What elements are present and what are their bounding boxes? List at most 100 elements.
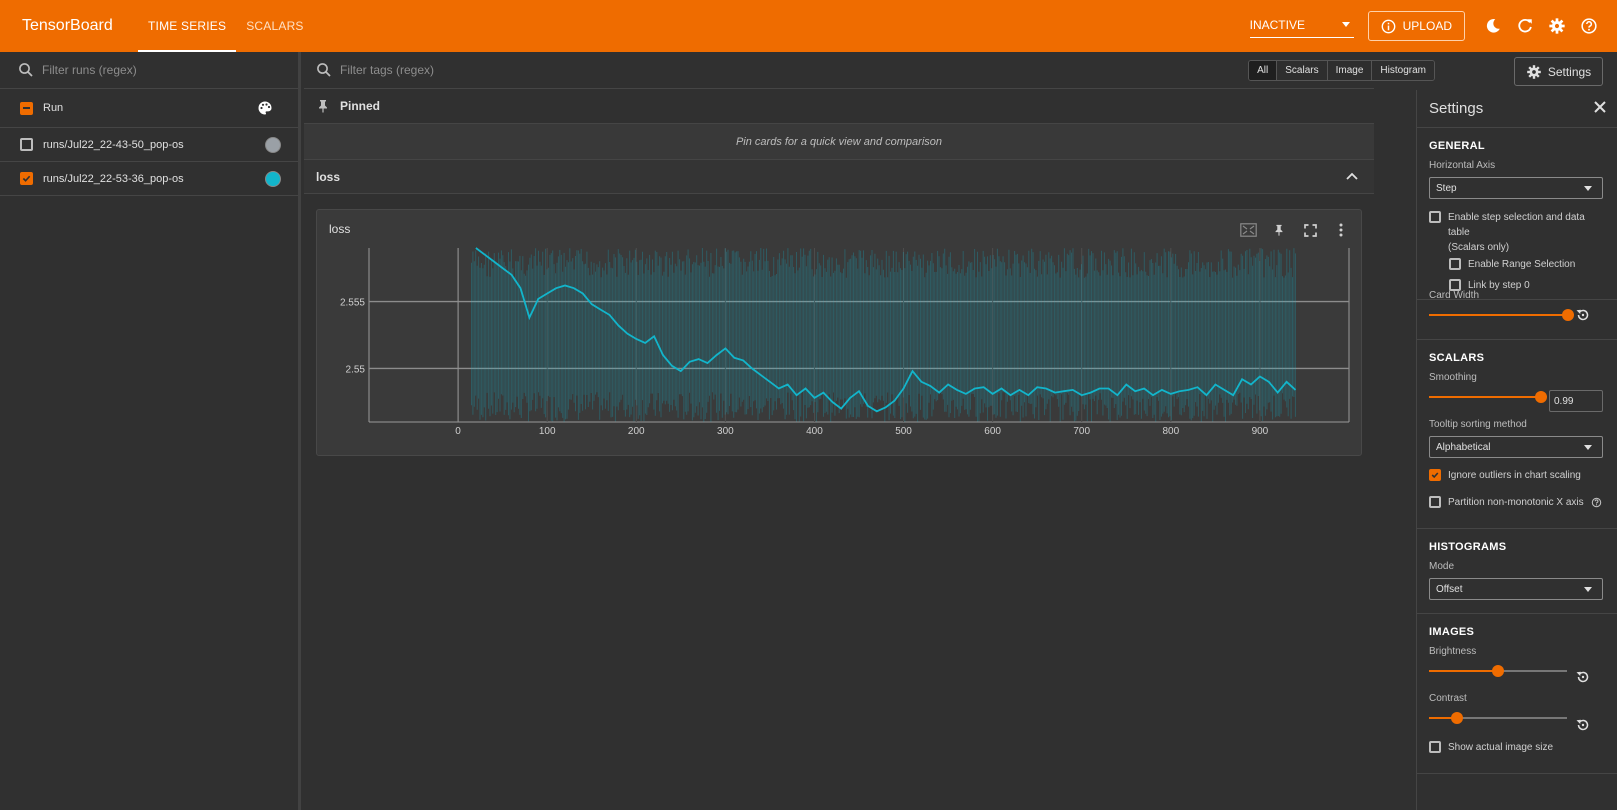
filter-all-button[interactable]: All [1249, 61, 1278, 80]
mode-select[interactable]: Offset [1429, 578, 1603, 600]
reset-icon[interactable] [1575, 717, 1591, 733]
step-selection-checkbox[interactable] [1429, 211, 1441, 223]
filter-scalars-button[interactable]: Scalars [1277, 61, 1328, 80]
pinned-label: Pinned [340, 99, 381, 113]
step-selection-label: Enable step selection and data table [1448, 212, 1585, 238]
partition-label: Partition non-monotonic X axis [1448, 497, 1584, 508]
range-selection-option[interactable]: Enable Range Selection [1449, 257, 1605, 272]
close-icon[interactable] [1593, 100, 1607, 114]
tooltip-sort-select[interactable]: Alphabetical [1429, 436, 1603, 458]
run-color-swatch[interactable] [265, 136, 281, 153]
slider-thumb[interactable] [1492, 665, 1504, 677]
smoothing-input[interactable]: 0.99 [1549, 390, 1603, 412]
horizontal-axis-select[interactable]: Step [1429, 177, 1603, 199]
slider-thumb[interactable] [1562, 309, 1574, 321]
range-selection-checkbox[interactable] [1449, 258, 1461, 270]
card-width-control: Card Width [1429, 290, 1609, 323]
chevron-down-icon [1584, 185, 1592, 191]
app-title: TensorBoard [22, 17, 113, 34]
search-icon [317, 63, 331, 77]
run-color-swatch[interactable] [265, 170, 281, 187]
x-tick-label: 900 [1252, 426, 1269, 437]
dark-mode-icon[interactable] [1477, 10, 1509, 42]
ignore-outliers-option[interactable]: Ignore outliers in chart scaling [1429, 468, 1605, 483]
slider-fill [1429, 396, 1539, 398]
tab-time-series[interactable]: TIME SERIES [138, 0, 237, 52]
card-width-slider[interactable] [1429, 307, 1574, 323]
smoothing-label: Smoothing [1429, 372, 1477, 383]
runs-filter[interactable]: Filter runs (regex) [0, 52, 298, 89]
run-row[interactable]: runs/Jul22_22-53-36_pop-os [0, 162, 298, 196]
show-actual-size-option[interactable]: Show actual image size [1429, 740, 1605, 755]
settings-panel: Settings GENERAL Horizontal Axis Step En… [1416, 90, 1617, 810]
slider-thumb[interactable] [1535, 391, 1547, 403]
info-icon [1381, 19, 1396, 33]
plugin-select[interactable]: INACTIVE [1249, 14, 1354, 38]
settings-histograms-section: HISTOGRAMS Mode Offset [1417, 529, 1617, 614]
palette-icon[interactable] [257, 100, 273, 116]
settings-title: Settings [1429, 100, 1484, 117]
scalar-card: loss 2.555 2.55 0 100 200 300 400 500 600 700 800 9… [316, 209, 1362, 456]
ignore-outliers-checkbox[interactable] [1429, 469, 1441, 481]
ignore-outliers-label: Ignore outliers in chart scaling [1448, 470, 1581, 481]
slider-fill [1429, 314, 1567, 316]
select-all-checkbox[interactable] [20, 101, 33, 115]
settings-general-section: GENERAL Horizontal Axis Step Enable step… [1417, 128, 1617, 300]
refresh-icon[interactable] [1509, 10, 1541, 42]
x-tick-label: 800 [1162, 426, 1179, 437]
x-tick-label: 700 [1073, 426, 1090, 437]
smoothing-slider[interactable] [1429, 389, 1547, 405]
slider-thumb[interactable] [1451, 712, 1463, 724]
tooltip-sort-label: Tooltip sorting method [1429, 419, 1527, 430]
show-actual-size-checkbox[interactable] [1429, 741, 1441, 753]
upload-button[interactable]: UPLOAD [1367, 11, 1465, 41]
mode-label: Mode [1429, 561, 1455, 572]
search-icon [19, 63, 33, 77]
step-selection-option[interactable]: Enable step selection and data table (Sc… [1429, 210, 1605, 255]
type-filter-group: All Scalars Image Histogram [1248, 60, 1435, 81]
runs-header-label: Run [43, 102, 64, 114]
x-tick-label: 400 [806, 426, 823, 437]
chevron-down-icon [1341, 22, 1350, 27]
x-tick-label: 300 [717, 426, 734, 437]
settings-scalars-section: SCALARS Smoothing 0.99 Tooltip sorting m… [1417, 339, 1617, 529]
pin-icon [319, 100, 327, 113]
brightness-slider[interactable] [1429, 663, 1567, 679]
group-label: loss [316, 169, 341, 184]
card-group-header[interactable]: loss [304, 160, 1374, 194]
filter-image-button[interactable]: Image [1327, 61, 1373, 80]
reset-icon[interactable] [1575, 669, 1591, 685]
contrast-slider[interactable] [1429, 710, 1567, 726]
settings-button[interactable]: Settings [1514, 57, 1603, 86]
partition-option[interactable]: Partition non-monotonic X axis [1429, 495, 1605, 510]
pinned-section-header: Pinned [304, 89, 1374, 124]
y-tick-label: 2.555 [340, 298, 365, 309]
gear-icon [1527, 64, 1541, 79]
runs-filter-input[interactable]: Filter runs (regex) [42, 63, 137, 77]
loss-chart[interactable]: 2.555 2.55 0 100 200 300 400 500 600 700 800 900 [317, 210, 1363, 440]
gear-icon[interactable] [1541, 10, 1573, 42]
show-actual-size-label: Show actual image size [1448, 742, 1554, 753]
plugin-select-value: INACTIVE [1249, 17, 1305, 32]
run-row[interactable]: runs/Jul22_22-43-50_pop-os [0, 128, 298, 162]
top-app-bar: TensorBoard TIME SERIES SCALARS INACTIVE… [0, 0, 1617, 52]
settings-button-label: Settings [1547, 64, 1592, 79]
chevron-up-icon[interactable] [1346, 172, 1358, 180]
horizontal-axis-label: Horizontal Axis [1429, 160, 1496, 171]
reset-icon[interactable] [1575, 307, 1591, 323]
help-icon[interactable] [1591, 497, 1602, 508]
run-checkbox[interactable] [20, 172, 33, 185]
general-heading: GENERAL [1429, 140, 1485, 152]
settings-images-section: IMAGES Brightness Contrast Show actual i… [1417, 614, 1617, 774]
tag-filter-bar: Filter tags (regex) All Scalars Image Hi… [304, 52, 1435, 89]
run-checkbox[interactable] [20, 138, 33, 151]
x-tick-label: 500 [895, 426, 912, 437]
tag-filter-input[interactable]: Filter tags (regex) [340, 63, 434, 77]
help-icon[interactable] [1573, 10, 1605, 42]
tab-scalars[interactable]: SCALARS [236, 0, 313, 52]
partition-checkbox[interactable] [1429, 496, 1441, 508]
filter-histogram-button[interactable]: Histogram [1372, 61, 1434, 80]
slider-fill [1429, 670, 1498, 672]
images-heading: IMAGES [1429, 626, 1475, 638]
x-tick-label: 600 [984, 426, 1001, 437]
